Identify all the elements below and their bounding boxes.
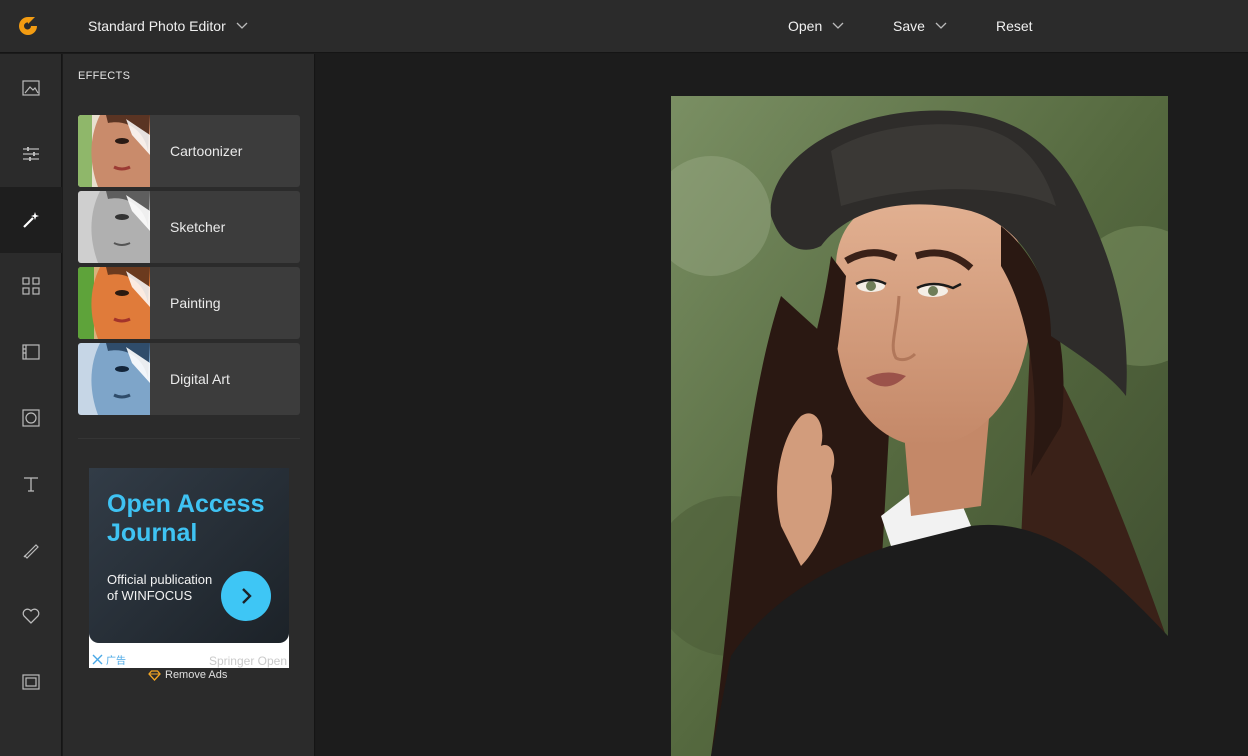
effect-cartoonizer[interactable]: Cartoonizer — [78, 115, 300, 187]
save-label: Save — [893, 18, 925, 34]
tool-image[interactable] — [0, 55, 62, 121]
effect-digital-art[interactable]: Digital Art — [78, 343, 300, 415]
image-icon — [22, 80, 40, 96]
brush-icon — [23, 544, 39, 559]
effect-sketcher[interactable]: Sketcher — [78, 191, 300, 263]
cartoonizer-thumbnail — [78, 115, 150, 187]
tool-text[interactable] — [0, 451, 62, 517]
tool-grid[interactable] — [0, 253, 62, 319]
tool-frames[interactable] — [0, 319, 62, 385]
text-icon — [24, 477, 38, 492]
tool-vignette[interactable] — [0, 385, 62, 451]
save-menu[interactable]: Save — [893, 18, 947, 34]
diamond-icon — [148, 669, 161, 681]
open-menu[interactable]: Open — [788, 18, 844, 34]
effects-panel: EFFECTS Cartoonizer Sketcher Painting Di… — [63, 54, 315, 756]
tool-stickers[interactable] — [0, 583, 62, 649]
ad-source: Springer Open — [208, 654, 287, 668]
remove-ads-label: Remove Ads — [165, 669, 228, 681]
canvas-area — [316, 54, 1248, 756]
effect-label: Painting — [170, 295, 221, 311]
remove-ads-link[interactable]: Remove Ads — [148, 669, 227, 681]
ad-title: Open Access Journal — [107, 490, 265, 547]
app-switcher[interactable]: Standard Photo Editor — [88, 18, 248, 34]
digital-art-thumbnail — [78, 343, 150, 415]
tool-borders[interactable] — [0, 649, 62, 715]
effect-painting[interactable]: Painting — [78, 267, 300, 339]
effect-label: Cartoonizer — [170, 143, 243, 159]
chevron-down-icon — [236, 22, 248, 29]
app-logo-icon[interactable] — [17, 15, 39, 37]
tool-draw[interactable] — [0, 517, 62, 583]
effect-label: Digital Art — [170, 371, 230, 387]
chevron-right-icon — [242, 588, 252, 604]
vignette-icon — [22, 409, 40, 427]
ad-card[interactable]: Open Access Journal Official publication… — [89, 468, 289, 643]
ad-go-button[interactable] — [221, 571, 271, 621]
tool-adjust[interactable] — [0, 121, 62, 187]
tool-rail — [0, 54, 62, 756]
sketcher-thumbnail — [78, 191, 150, 263]
chevron-down-icon — [832, 22, 844, 29]
close-icon — [92, 654, 103, 665]
panel-divider — [78, 438, 300, 439]
frame-icon — [22, 344, 40, 360]
heart-icon — [22, 608, 40, 624]
ad-close[interactable]: 广告 — [89, 652, 126, 667]
painting-thumbnail — [78, 267, 150, 339]
reset-label: Reset — [996, 18, 1033, 34]
grid-icon — [22, 277, 40, 295]
magic-wand-icon — [23, 212, 39, 228]
ad-label: 广告 — [106, 656, 126, 667]
effect-label: Sketcher — [170, 219, 226, 235]
top-bar: Standard Photo Editor Open Save Reset — [0, 0, 1248, 53]
reset-button[interactable]: Reset — [996, 18, 1033, 34]
app-title: Standard Photo Editor — [88, 18, 226, 34]
tool-effects[interactable] — [0, 187, 62, 253]
panel-title: EFFECTS — [78, 70, 131, 82]
adjust-sliders-icon — [23, 147, 39, 161]
advertisement[interactable]: Open Access Journal Official publication… — [89, 468, 289, 668]
chevron-down-icon — [935, 22, 947, 29]
open-label: Open — [788, 18, 823, 34]
border-icon — [22, 674, 40, 690]
ad-subtitle: Official publication of WINFOCUS — [107, 572, 213, 603]
photo-canvas[interactable] — [671, 96, 1168, 756]
